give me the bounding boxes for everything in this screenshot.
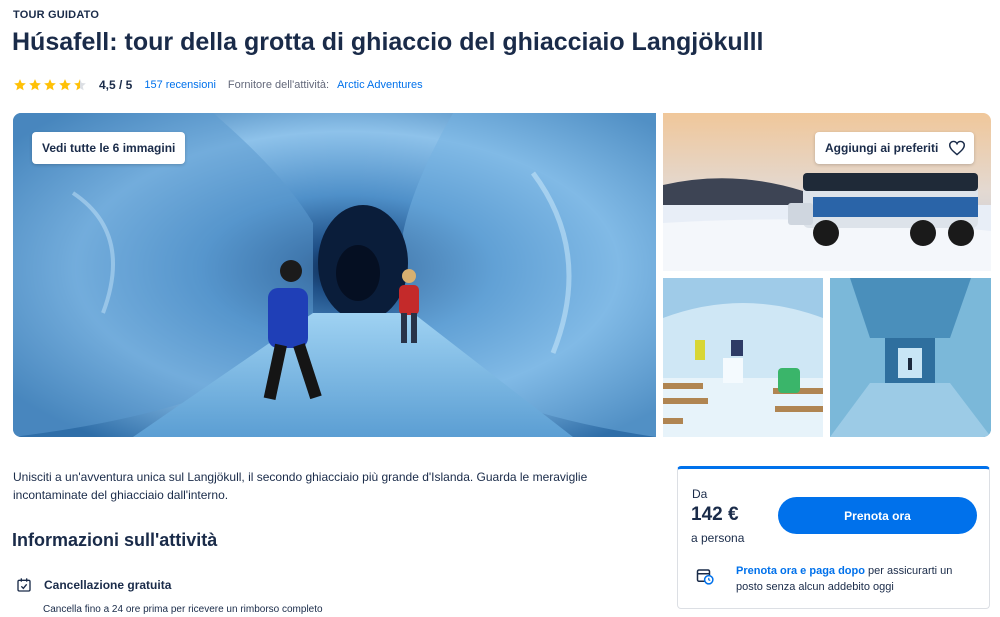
rating-score: 4,5 / 5 [99, 78, 133, 92]
heart-icon [949, 140, 966, 156]
reviews-link[interactable]: 157 recensioni [144, 79, 216, 91]
price-per-label: a persona [691, 531, 745, 545]
price-value: 142 € [691, 504, 739, 525]
star-icon [58, 78, 72, 92]
feature-label: Cancellazione gratuita [44, 578, 172, 592]
long-ice-tunnel-image [830, 278, 991, 437]
star-icon [73, 78, 87, 92]
star-rating [13, 78, 87, 92]
reserve-now-pay-later: Prenota ora e paga dopo per assicurarti … [696, 563, 966, 595]
thumbnail-ice-chapel[interactable] [663, 278, 823, 437]
star-icon [13, 78, 27, 92]
page-title: Húsafell: tour della grotta di ghiaccio … [12, 28, 764, 56]
feature-free-cancellation: Cancellazione gratuita [16, 577, 171, 593]
ice-chapel-image [663, 278, 823, 437]
provider-label: Fornitore dell'attività: [227, 79, 330, 91]
wishlist-button[interactable]: Aggiungi ai preferiti [815, 132, 975, 164]
star-icon [28, 78, 42, 92]
activity-description: Unisciti a un'avventura unica sul Langjö… [13, 470, 588, 502]
feature-sublabel: Cancella fino a 24 ore prima per ricever… [43, 604, 323, 615]
section-title-about: Informazioni sull'attività [12, 530, 218, 550]
booking-panel: Da 142 € a persona Prenota ora Prenota o… [677, 466, 990, 609]
calendar-check-icon [17, 578, 31, 592]
price-from-label: Da [692, 487, 708, 501]
calendar-clock-icon [696, 569, 714, 585]
view-all-images-button[interactable]: Vedi tutte le 6 immagini [32, 132, 186, 164]
eyebrow-label: TOUR GUIDATO [13, 9, 100, 21]
book-now-button[interactable]: Prenota ora [778, 497, 977, 534]
provider-link[interactable]: Arctic Adventures [337, 79, 423, 91]
star-icon [43, 78, 57, 92]
wishlist-label: Aggiungi ai preferiti [825, 141, 939, 155]
rating-row: 4,5 / 5 157 recensioni Fornitore dell'at… [13, 76, 423, 94]
reserve-now-link[interactable]: Prenota ora e paga dopo [736, 565, 865, 577]
thumbnail-ice-tunnel[interactable] [830, 278, 991, 437]
